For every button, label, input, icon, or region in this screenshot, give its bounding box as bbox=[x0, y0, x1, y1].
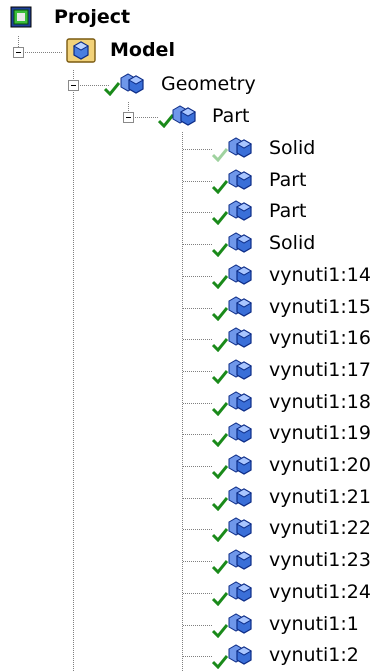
tree-guide-line bbox=[183, 212, 213, 213]
tree-node-child[interactable]: vynuti1:24 bbox=[212, 578, 376, 608]
tree-node-label: vynuti1:18 bbox=[269, 391, 371, 413]
cube-stack-icon bbox=[228, 581, 253, 602]
tree-guide-line bbox=[183, 403, 213, 404]
cube-stack-icon bbox=[228, 264, 253, 285]
cube-stack-icon bbox=[228, 296, 253, 317]
cube-stack-icon bbox=[228, 232, 253, 253]
tree-guide-line bbox=[183, 656, 213, 657]
tree-node-label: Part bbox=[269, 200, 307, 222]
model-icon bbox=[66, 38, 96, 63]
tree-node-label: vynuti1:1 bbox=[269, 613, 359, 635]
project-tree: Project Model Geometry Part Solid Part P… bbox=[0, 0, 376, 672]
tree-node-child[interactable]: Part bbox=[212, 166, 376, 196]
tree-guide-line bbox=[73, 70, 74, 672]
tree-node-label: vynuti1:20 bbox=[269, 454, 371, 476]
tree-node-child[interactable]: vynuti1:14 bbox=[212, 261, 376, 291]
tree-node-label: vynuti1:16 bbox=[269, 327, 371, 349]
collapse-toggle[interactable] bbox=[13, 47, 24, 58]
tree-node-child[interactable]: vynuti1:19 bbox=[212, 419, 376, 449]
tree-guide-line bbox=[25, 52, 63, 53]
tree-node-label: Part bbox=[212, 105, 250, 127]
tree-node-child[interactable]: Part bbox=[212, 197, 376, 227]
tree-node-label: Geometry bbox=[161, 73, 256, 95]
tree-node-label: vynuti1:2 bbox=[269, 644, 359, 666]
collapse-toggle[interactable] bbox=[123, 112, 134, 123]
cube-stack-icon bbox=[120, 73, 145, 94]
tree-node-geometry[interactable]: Geometry bbox=[104, 70, 324, 100]
tree-node-child[interactable]: Solid bbox=[212, 229, 376, 259]
cube-stack-icon bbox=[228, 644, 253, 665]
tree-guide-line bbox=[183, 529, 213, 530]
tree-node-label: vynuti1:22 bbox=[269, 517, 371, 539]
tree-node-label: Solid bbox=[269, 137, 316, 159]
tree-node-label: vynuti1:19 bbox=[269, 422, 371, 444]
tree-node-child[interactable]: vynuti1:16 bbox=[212, 324, 376, 354]
cube-stack-icon bbox=[228, 137, 253, 158]
tree-guide-line bbox=[183, 276, 213, 277]
tree-guide-line bbox=[183, 308, 213, 309]
tree-guide-line bbox=[183, 149, 213, 150]
collapse-toggle[interactable] bbox=[68, 80, 79, 91]
tree-guide-line bbox=[183, 561, 213, 562]
tree-node-child[interactable]: vynuti1:17 bbox=[212, 356, 376, 386]
tree-node-child[interactable]: vynuti1:20 bbox=[212, 451, 376, 481]
tree-node-project[interactable]: Project bbox=[10, 4, 210, 34]
cube-stack-icon bbox=[228, 549, 253, 570]
tree-node-child[interactable]: vynuti1:18 bbox=[212, 388, 376, 418]
tree-guide-line bbox=[183, 466, 213, 467]
cube-stack-icon bbox=[172, 105, 197, 126]
tree-guide-line bbox=[183, 339, 213, 340]
tree-node-child[interactable]: Solid bbox=[212, 134, 376, 164]
tree-node-label: Part bbox=[269, 169, 307, 191]
tree-node-label: vynuti1:15 bbox=[269, 296, 371, 318]
tree-node-label: vynuti1:14 bbox=[269, 264, 371, 286]
cube-stack-icon bbox=[228, 200, 253, 221]
tree-node-label: vynuti1:21 bbox=[269, 486, 371, 508]
tree-guide-line bbox=[183, 593, 213, 594]
cube-stack-icon bbox=[228, 169, 253, 190]
tree-node-child[interactable]: vynuti1:1 bbox=[212, 610, 376, 640]
tree-guide-line bbox=[183, 371, 213, 372]
tree-node-label: Model bbox=[110, 39, 175, 61]
tree-node-model[interactable]: Model bbox=[66, 36, 266, 66]
cube-stack-icon bbox=[228, 391, 253, 412]
cube-stack-icon bbox=[228, 359, 253, 380]
cube-stack-icon bbox=[228, 327, 253, 348]
tree-node-child[interactable]: vynuti1:22 bbox=[212, 514, 376, 544]
tree-guide-line bbox=[135, 117, 159, 118]
tree-node-child[interactable]: vynuti1:15 bbox=[212, 293, 376, 323]
tree-node-child[interactable]: vynuti1:2 bbox=[212, 641, 376, 671]
tree-node-label: vynuti1:17 bbox=[269, 359, 371, 381]
project-icon bbox=[10, 6, 32, 28]
cube-stack-icon bbox=[228, 422, 253, 443]
tree-guide-line bbox=[183, 434, 213, 435]
tree-guide-line bbox=[183, 498, 213, 499]
tree-node-label: Project bbox=[54, 6, 131, 28]
tree-node-child[interactable]: vynuti1:21 bbox=[212, 483, 376, 513]
cube-stack-icon bbox=[228, 517, 253, 538]
tree-guide-line bbox=[183, 625, 213, 626]
tree-node-label: vynuti1:23 bbox=[269, 549, 371, 571]
tree-node-part[interactable]: Part bbox=[158, 102, 358, 132]
cube-stack-icon bbox=[228, 454, 253, 475]
tree-guide-line bbox=[183, 181, 213, 182]
tree-guide-line bbox=[182, 132, 183, 672]
cube-stack-icon bbox=[228, 486, 253, 507]
tree-node-child[interactable]: vynuti1:23 bbox=[212, 546, 376, 576]
cube-stack-icon bbox=[228, 613, 253, 634]
tree-node-label: Solid bbox=[269, 232, 316, 254]
tree-guide-line bbox=[183, 244, 213, 245]
tree-node-label: vynuti1:24 bbox=[269, 581, 371, 603]
